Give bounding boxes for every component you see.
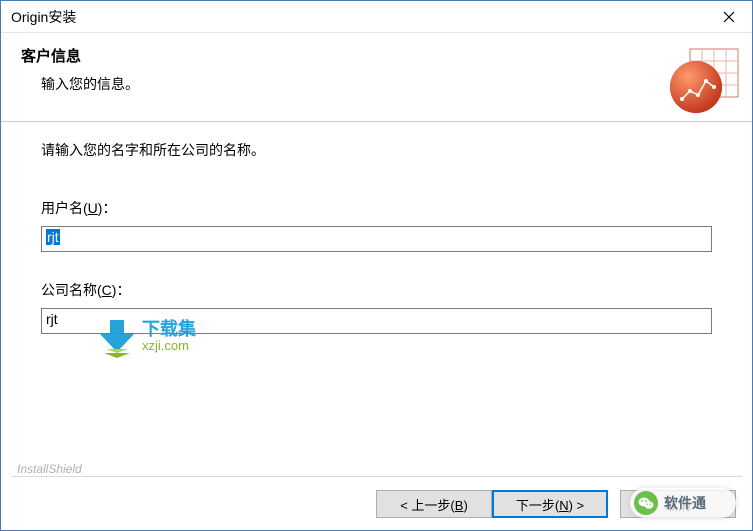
window-title: Origin安装 xyxy=(11,7,76,27)
company-block: 公司名称(C)： rjt xyxy=(41,280,712,334)
content-area: 请输入您的名字和所在公司的名称。 用户名(U)： rjt 公司名称(C)： rj… xyxy=(1,122,752,334)
download-watermark-url: xzji.com xyxy=(142,338,196,354)
titlebar: Origin安装 xyxy=(1,1,752,33)
company-label: 公司名称(C)： xyxy=(41,280,712,300)
header-subtitle: 输入您的信息。 xyxy=(21,74,732,94)
button-row: < 上一步(B) 下一步(N) > 取消 xyxy=(376,490,736,518)
next-button[interactable]: 下一步(N) > xyxy=(492,490,608,518)
header-section: 客户信息 输入您的信息。 xyxy=(1,33,752,121)
username-block: 用户名(U)： rjt xyxy=(41,198,712,252)
close-icon xyxy=(723,11,735,23)
username-input[interactable]: rjt xyxy=(41,226,712,252)
back-button[interactable]: < 上一步(B) xyxy=(376,490,492,518)
header-title: 客户信息 xyxy=(21,45,732,66)
username-label: 用户名(U)： xyxy=(41,198,712,218)
instruction-text: 请输入您的名字和所在公司的名称。 xyxy=(41,140,712,160)
company-input[interactable]: rjt xyxy=(41,308,712,334)
footer-divider xyxy=(11,476,742,477)
installshield-label: InstallShield xyxy=(13,462,86,476)
origin-logo-icon xyxy=(668,43,740,115)
cancel-button[interactable]: 取消 xyxy=(620,490,736,518)
close-button[interactable] xyxy=(706,1,752,33)
